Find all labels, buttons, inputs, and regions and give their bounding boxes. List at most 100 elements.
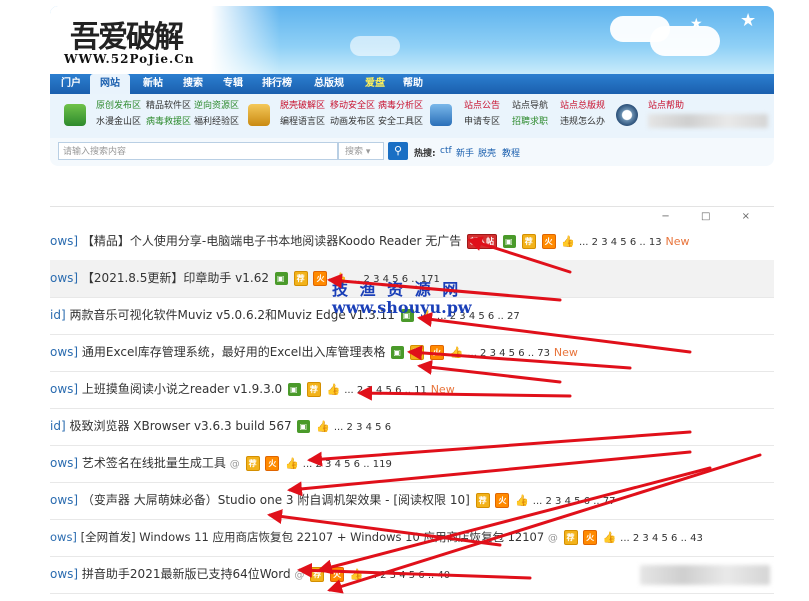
thumbs-up-icon: 👍 — [316, 419, 330, 433]
link-announcement[interactable]: 站点公告 — [464, 100, 500, 112]
logo[interactable]: 吾爱破解 WWW.52PoJie.Cn — [50, 6, 280, 74]
nav-new-posts[interactable]: 新帖 — [136, 74, 170, 94]
nav-portal[interactable]: 门户 — [56, 74, 86, 94]
new-label: New — [665, 235, 690, 248]
thread-pages[interactable]: ... 2 3 4 5 6 .. 119 — [303, 459, 392, 470]
thread-prefix: ows] — [50, 456, 79, 470]
thread-title[interactable]: [全网首发] Windows 11 应用商店恢复包 22107 + Window… — [81, 530, 545, 544]
blurred-region — [640, 565, 770, 585]
thread-prefix: ows] — [50, 493, 79, 507]
cloud-decoration — [650, 26, 720, 56]
thread-prefix: id] — [50, 308, 66, 322]
image-icon: ▣ — [274, 272, 288, 285]
nav-aipan[interactable]: 爱盘 — [358, 74, 392, 94]
nav-albums[interactable]: 专辑 — [216, 74, 250, 94]
thread-pages[interactable]: ... 2 3 4 5 6 — [334, 422, 391, 433]
link-programming[interactable]: 编程语言区 — [280, 116, 325, 128]
image-icon: ▣ — [297, 420, 311, 433]
thread-row[interactable]: ows] 通用Excel库存管理系统，最好用的Excel出入库管理表格 ▣ 荐 … — [50, 334, 774, 372]
watermark-url: www.shouyu.pw — [332, 298, 472, 317]
thread-title[interactable]: 通用Excel库存管理系统，最好用的Excel出入库管理表格 — [82, 345, 386, 359]
recommend-badge: 荐 — [310, 567, 325, 582]
link-reverse[interactable]: 逆向资源区 — [194, 100, 239, 112]
nav-forum[interactable]: 网站 — [90, 74, 130, 94]
link-security-tools[interactable]: 安全工具区 — [378, 116, 423, 128]
thread-prefix: ows] — [50, 530, 77, 544]
main-nav: 门户 网站 新帖 搜索 专辑 排行榜 总版规 爱盘 帮助 — [50, 74, 774, 94]
attachment-icon: @ — [547, 533, 558, 544]
thread-title[interactable]: 【精品】个人使用分享-电脑端电子书本地阅读器Koodo Reader 无广告 — [82, 234, 461, 248]
hot-badge: 火 — [583, 530, 598, 545]
link-water[interactable]: 水漫金山区 — [96, 116, 141, 128]
thread-title[interactable]: 极致浏览器 XBrowser v3.6.3 build 567 — [69, 419, 291, 433]
house-icon — [430, 104, 452, 126]
recommend-badge: 荐 — [306, 382, 321, 397]
link-unpack[interactable]: 脱壳破解区 — [280, 100, 325, 112]
link-virus-analysis[interactable]: 病毒分析区 — [378, 100, 423, 112]
thread-row[interactable]: id] 极致浏览器 XBrowser v3.6.3 build 567 ▣ 👍 … — [50, 408, 774, 446]
link-mobile-security[interactable]: 移动安全区 — [330, 100, 375, 112]
hot-link-ctf[interactable]: ctf — [440, 146, 452, 156]
thread-pages[interactable]: ... 2 3 4 5 6 .. 43 — [620, 533, 703, 544]
thread-pages[interactable]: ... 2 3 4 5 6 .. 77 — [533, 496, 616, 507]
search-bar: 请输入搜索内容 搜索 ▾ ⚲ 热搜: ctf 新手 脱壳 教程 — [50, 138, 774, 166]
nav-ranking[interactable]: 排行榜 — [256, 74, 298, 94]
image-icon: ▣ — [502, 235, 516, 248]
nav-search[interactable]: 搜索 — [176, 74, 210, 94]
thread-prefix: ows] — [50, 382, 79, 396]
hot-link-unpack[interactable]: 脱壳 — [478, 146, 496, 159]
thread-pages[interactable]: ... 2 3 4 5 6 .. 13 — [579, 237, 662, 248]
search-input[interactable]: 请输入搜索内容 — [58, 142, 338, 160]
link-boutique[interactable]: 精品软件区 — [146, 100, 191, 112]
thread-row[interactable]: ows] 艺术签名在线批量生成工具 @ 荐 火 👍 ... 2 3 4 5 6 … — [50, 445, 774, 483]
thread-title[interactable]: 【2021.8.5更新】印章助手 v1.62 — [82, 271, 269, 285]
hot-link-newbie[interactable]: 新手 — [456, 146, 474, 159]
recommend-badge: 荐 — [521, 234, 536, 249]
thread-title[interactable]: （变声器 大屌萌妹必备）Studio one 3 附自调机架效果 - [阅读权限… — [82, 493, 470, 507]
thread-pages[interactable]: ... 2 3 4 5 6 .. 11 — [344, 385, 427, 396]
recommend-badge: 荐 — [563, 530, 578, 545]
image-icon: ▣ — [288, 383, 301, 396]
plant-icon — [64, 104, 86, 126]
thread-prefix: id] — [50, 419, 66, 433]
thread-title[interactable]: 拼音助手2021最新版已支持64位Word — [82, 567, 291, 581]
cloud-decoration — [350, 36, 400, 56]
thumbs-up-icon: 👍 — [449, 345, 464, 359]
thread-pages[interactable]: ... 2 3 4 5 6 .. 73 — [467, 348, 550, 359]
thread-row[interactable]: ows] [全网首发] Windows 11 应用商店恢复包 22107 + W… — [50, 519, 774, 557]
link-animation[interactable]: 动画发布区 — [330, 116, 375, 128]
search-button[interactable]: ⚲ — [388, 142, 408, 160]
nav-rules[interactable]: 总版规 — [306, 74, 352, 94]
thread-prefix: ows] — [50, 234, 79, 248]
search-icon: ⚲ — [393, 144, 403, 157]
link-virus-rescue[interactable]: 病毒救援区 — [146, 116, 191, 128]
attachment-icon: @ — [229, 459, 240, 470]
hot-badge: 火 — [429, 345, 444, 360]
hot-link-tutorial[interactable]: 教程 — [502, 146, 520, 159]
blurred-region — [648, 114, 768, 128]
thread-prefix: ows] — [50, 567, 79, 581]
link-site-nav[interactable]: 站点导航 — [512, 100, 548, 112]
link-site-rules[interactable]: 站点总版规 — [560, 100, 605, 112]
thread-prefix: ows] — [50, 345, 79, 359]
thread-title[interactable]: 艺术签名在线批量生成工具 — [82, 456, 226, 470]
link-site-help[interactable]: 站点帮助 — [648, 100, 684, 112]
thread-row[interactable]: ows] （变声器 大屌萌妹必备）Studio one 3 附自调机架效果 - … — [50, 482, 774, 520]
link-original[interactable]: 原创发布区 — [96, 100, 141, 112]
thread-title[interactable]: 上班摸鱼阅读小说之reader v1.9.3.0 — [82, 382, 282, 396]
thread-row[interactable]: ows] 【精品】个人使用分享-电脑端电子书本地阅读器Koodo Reader … — [50, 223, 774, 261]
thumbs-up-icon: 👍 — [349, 567, 364, 581]
link-welfare[interactable]: 福利经验区 — [194, 116, 239, 128]
magnifier-icon — [616, 104, 638, 126]
thread-row[interactable]: ows] 上班摸鱼阅读小说之reader v1.9.3.0 ▣ 荐 👍 ... … — [50, 371, 774, 409]
search-scope-select[interactable]: 搜索 ▾ — [338, 142, 384, 160]
recommend-badge: 荐 — [245, 456, 260, 471]
link-apply[interactable]: 申请专区 — [464, 116, 500, 128]
star-icon: ★ — [690, 16, 703, 32]
window-controls[interactable]: − □ × — [661, 211, 764, 222]
link-jobs[interactable]: 招聘求职 — [512, 116, 548, 128]
link-violation[interactable]: 违规怎么办 — [560, 116, 605, 128]
recommend-badge: 荐 — [293, 271, 308, 286]
nav-help[interactable]: 帮助 — [396, 74, 430, 94]
thread-pages[interactable]: ... 2 3 4 5 6 .. 40 — [367, 570, 450, 581]
